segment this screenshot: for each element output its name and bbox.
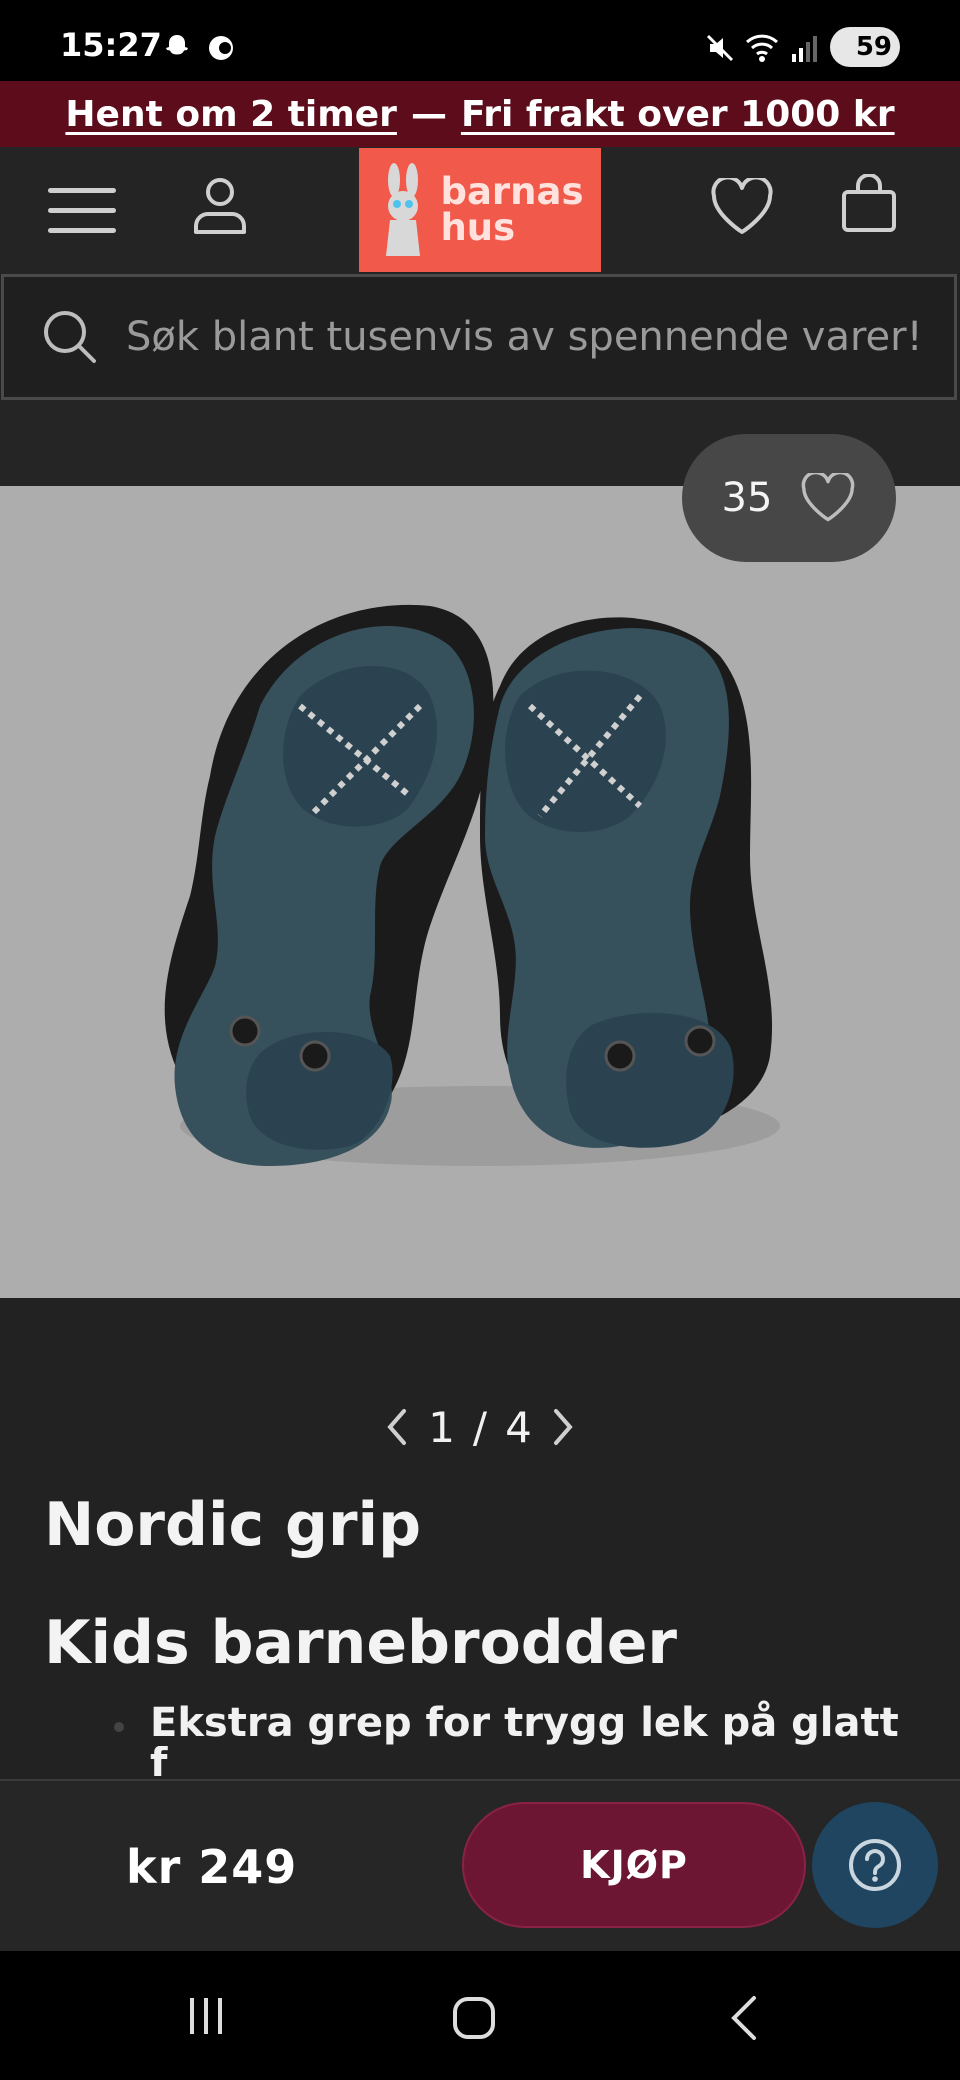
promo-separator: — <box>410 93 447 135</box>
pager-current: 1 <box>428 1402 455 1452</box>
wifi-icon <box>745 34 779 62</box>
help-button[interactable] <box>812 1802 938 1928</box>
feature-bullet <box>114 1722 124 1732</box>
logo-text: barnas hus <box>440 170 584 249</box>
status-time: 15:27 <box>60 26 162 64</box>
product-name: Kids barnebrodder <box>44 1608 677 1678</box>
pager-total: 4 <box>505 1402 532 1452</box>
help-icon <box>849 1839 901 1891</box>
back-icon[interactable] <box>728 1994 762 2042</box>
logo-line-2: hus <box>440 206 516 249</box>
menu-icon[interactable] <box>48 186 116 236</box>
wishlist-count: 35 <box>721 475 773 521</box>
promo-banner: Hent om 2 timer — Fri frakt over 1000 kr <box>0 81 960 147</box>
snapchat-icon <box>166 35 188 55</box>
buy-button[interactable]: KJØP <box>462 1802 806 1928</box>
battery-indicator: 59 <box>830 27 900 67</box>
product-price: kr 249 <box>126 1840 298 1894</box>
product-image[interactable] <box>0 486 960 1298</box>
search-placeholder: Søk blant tusenvis av spennende varer! <box>126 314 923 360</box>
heart-icon[interactable] <box>710 178 774 236</box>
search-icon <box>44 311 96 363</box>
wishlist-heart-icon <box>802 473 855 522</box>
feature-item: Ekstra grep for trygg lek på glatt <box>150 1700 899 1746</box>
logo-line-1: barnas <box>440 170 584 213</box>
bunny-logo-icon <box>386 163 421 256</box>
signal-icon <box>792 36 817 62</box>
logo[interactable]: barnas hus <box>359 148 601 272</box>
vpn-icon <box>209 36 233 60</box>
image-pager: 1 / 4 <box>0 1400 960 1454</box>
product-brand: Nordic grip <box>44 1490 422 1560</box>
home-icon[interactable] <box>450 1994 498 2042</box>
cart-icon[interactable] <box>840 174 898 234</box>
wishlist-button[interactable]: 35 <box>682 434 896 562</box>
mute-icon <box>706 34 734 62</box>
recents-icon[interactable] <box>184 1994 228 2038</box>
free-shipping-link[interactable]: Fri frakt over 1000 kr <box>461 94 895 135</box>
pager-separator: / <box>472 1402 488 1452</box>
ice-grips-image <box>164 604 780 1166</box>
account-icon[interactable] <box>192 176 248 236</box>
feature-continuation-text: f <box>150 1746 168 1776</box>
feature-continuation: f <box>150 1746 190 1776</box>
pickup-link[interactable]: Hent om 2 timer <box>65 94 397 135</box>
chevron-right-icon[interactable] <box>550 1407 576 1447</box>
chevron-left-icon[interactable] <box>384 1407 410 1447</box>
search-input[interactable]: Søk blant tusenvis av spennende varer! <box>1 274 957 400</box>
battery-level: 59 <box>855 32 892 62</box>
